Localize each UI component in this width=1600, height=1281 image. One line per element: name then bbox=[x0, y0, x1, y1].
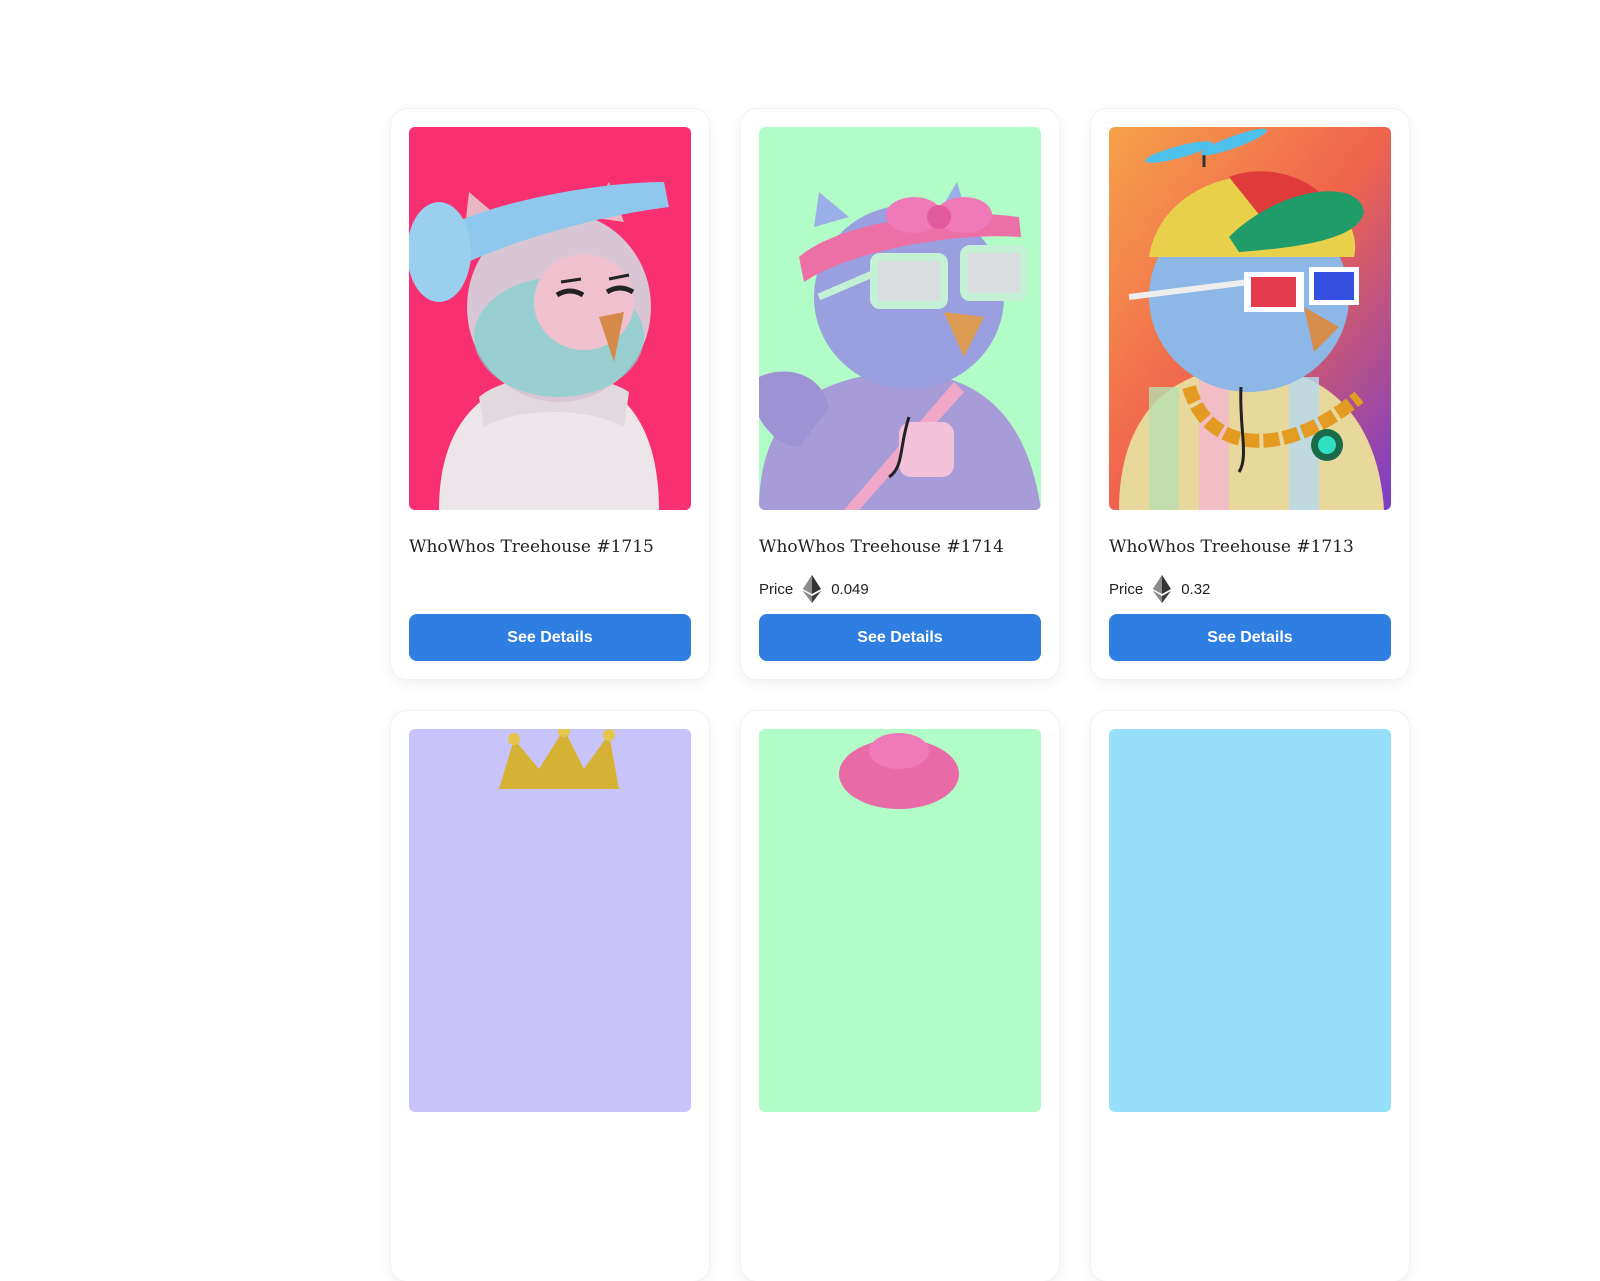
price-value: 0.32 bbox=[1181, 580, 1211, 598]
nft-card[interactable]: WhoWhos Treehouse #1714 Price 0.049 See … bbox=[741, 109, 1059, 679]
nft-image[interactable] bbox=[409, 729, 691, 1112]
price-row bbox=[409, 574, 691, 604]
nft-grid: WhoWhos Treehouse #1715 See Details WhoW… bbox=[391, 109, 1409, 1281]
see-details-button[interactable]: See Details bbox=[409, 614, 691, 661]
nft-card[interactable] bbox=[741, 711, 1059, 1281]
nft-card[interactable] bbox=[1091, 711, 1409, 1281]
nft-image[interactable] bbox=[1109, 127, 1391, 510]
nft-title: WhoWhos Treehouse #1715 bbox=[409, 537, 654, 557]
nft-title: WhoWhos Treehouse #1713 bbox=[1109, 537, 1354, 557]
price-row: Price 0.049 bbox=[759, 574, 1041, 604]
price-row: Price 0.32 bbox=[1109, 574, 1391, 604]
nft-card[interactable] bbox=[391, 711, 709, 1281]
ethereum-icon bbox=[803, 575, 822, 603]
nft-image[interactable] bbox=[409, 127, 691, 510]
nft-image[interactable] bbox=[1109, 729, 1391, 1112]
ethereum-icon bbox=[1153, 575, 1172, 603]
price-value: 0.049 bbox=[831, 580, 869, 598]
nft-card[interactable]: WhoWhos Treehouse #1713 Price 0.32 See D… bbox=[1091, 109, 1409, 679]
price-label: Price bbox=[759, 580, 794, 598]
nft-image[interactable] bbox=[759, 127, 1041, 510]
nft-image[interactable] bbox=[759, 729, 1041, 1112]
nft-title: WhoWhos Treehouse #1714 bbox=[759, 537, 1004, 557]
nft-card[interactable]: WhoWhos Treehouse #1715 See Details bbox=[391, 109, 709, 679]
see-details-button[interactable]: See Details bbox=[759, 614, 1041, 661]
see-details-button[interactable]: See Details bbox=[1109, 614, 1391, 661]
price-label: Price bbox=[1109, 580, 1144, 598]
